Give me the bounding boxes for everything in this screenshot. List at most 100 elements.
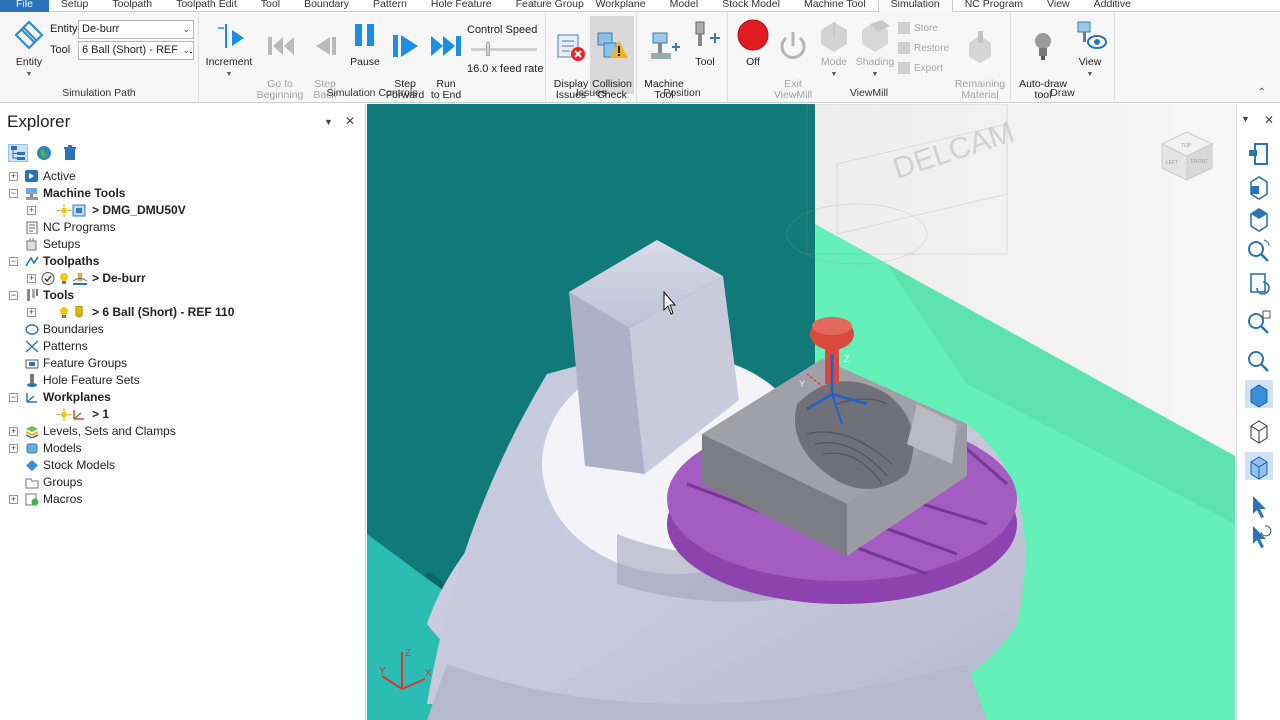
tree-item-active[interactable]: + Active — [0, 168, 360, 185]
tree-item-label: Setups — [43, 237, 81, 251]
tree-item-models[interactable]: + Models — [0, 440, 360, 457]
tab-tool[interactable]: Tool — [249, 0, 292, 12]
tab-workplane[interactable]: Workplane — [584, 0, 658, 12]
tree-item-macros[interactable]: + Macros — [0, 491, 360, 508]
tab-setup[interactable]: Setup — [49, 0, 100, 12]
select-rotate-icon[interactable] — [1245, 522, 1273, 550]
pause-button[interactable]: Pause — [345, 18, 385, 68]
increment-button[interactable]: Increment ▼ — [203, 18, 255, 80]
tab-toolpath-edit[interactable]: Toolpath Edit — [164, 0, 249, 12]
tree-item-levels-sets-clamps[interactable]: + Levels, Sets and Clamps — [0, 423, 360, 440]
tree-item-workplanes[interactable]: − Workplanes — [0, 389, 360, 406]
entity-select[interactable]: De-burr ⌄ — [78, 20, 194, 39]
restore-icon — [898, 42, 910, 55]
collapse-icon[interactable]: − — [9, 291, 18, 300]
group-position: Machine Tool Tool Position — [637, 12, 728, 103]
tree-item-de-burr[interactable]: + > De-burr — [0, 270, 360, 287]
trash-icon[interactable] — [60, 144, 80, 162]
store-button[interactable]: Store — [898, 21, 938, 37]
mode-button[interactable]: Mode ▼ — [814, 18, 854, 80]
tab-toolpath[interactable]: Toolpath — [100, 0, 164, 12]
collision-check-button[interactable]: Collision Check — [590, 16, 634, 101]
tree-item-dmg-dmu50v[interactable]: + > DMG_DMU50V — [0, 202, 360, 219]
expand-icon[interactable]: + — [9, 172, 18, 181]
tree-item-hole-feature-sets[interactable]: Hole Feature Sets — [0, 372, 360, 389]
export-button[interactable]: Export — [898, 61, 943, 77]
explorer-controls: ▼ ✕ — [324, 114, 355, 128]
tab-file[interactable]: File — [0, 0, 49, 12]
tree-item-label: NC Programs — [43, 220, 116, 234]
entity-label: Entity — [50, 23, 78, 35]
tab-hole-feature[interactable]: Hole Feature — [419, 0, 504, 12]
tree-item-stock-models[interactable]: Stock Models — [0, 457, 360, 474]
entity-button[interactable]: Entity ▼ — [8, 18, 50, 80]
display-issues-icon — [554, 29, 588, 65]
globe-icon[interactable] — [34, 144, 54, 162]
select-cursor-icon[interactable] — [1245, 492, 1273, 520]
expand-icon[interactable]: + — [9, 427, 18, 436]
zoom-refresh-icon[interactable] — [1245, 236, 1273, 264]
tab-feature-group[interactable]: Feature Group — [504, 0, 584, 12]
toolbar-dropdown-icon[interactable]: ▼ — [1241, 114, 1250, 124]
tab-view[interactable]: View — [1035, 0, 1082, 12]
tree-item-toolpaths[interactable]: − Toolpaths — [0, 253, 360, 270]
close-icon[interactable]: ✕ — [345, 114, 355, 128]
toolbar-close-icon[interactable]: ✕ — [1264, 113, 1274, 127]
iso-view-icon[interactable] — [1245, 140, 1273, 168]
wireframe-view-icon[interactable] — [1245, 416, 1273, 444]
collapse-ribbon-icon[interactable]: ⌃ — [1258, 87, 1266, 98]
expand-icon[interactable]: + — [9, 495, 18, 504]
tree-item-boundaries[interactable]: Boundaries — [0, 321, 360, 338]
tab-simulation[interactable]: Simulation — [877, 0, 953, 12]
tab-pattern[interactable]: Pattern — [361, 0, 419, 12]
tab-model[interactable]: Model — [658, 0, 711, 12]
tree-item-patterns[interactable]: Patterns — [0, 338, 360, 355]
tree-view-icon[interactable] — [8, 144, 28, 162]
graphics-viewport[interactable]: DELCAM Z Y Z Y X TOP LEFT FRONT — [367, 104, 1235, 720]
tab-stock-model[interactable]: Stock Model — [710, 0, 792, 12]
zoom-box-icon[interactable] — [1245, 308, 1273, 336]
tool-select[interactable]: 6 Ball (Short) - REF 110 ⌄ — [78, 41, 194, 60]
dropdown-icon[interactable]: ▼ — [324, 117, 333, 127]
hole-feature-sets-icon — [25, 374, 39, 387]
shaded-wireframe-icon[interactable] — [1245, 452, 1273, 480]
ball-tool-icon — [72, 305, 86, 319]
tab-nc-program[interactable]: NC Program — [953, 0, 1035, 12]
expand-icon[interactable]: + — [27, 206, 36, 215]
zoom-in-icon[interactable] — [1245, 346, 1273, 374]
viewmill-off-button[interactable]: Off — [734, 18, 772, 68]
tab-additive[interactable]: Additive — [1082, 0, 1143, 12]
tree-item-label: Hole Feature Sets — [43, 373, 140, 387]
tree-item-nc-programs[interactable]: NC Programs — [0, 219, 360, 236]
tree-item-setups[interactable]: Setups — [0, 236, 360, 253]
groups-icon — [25, 476, 39, 489]
shaded-view-icon[interactable] — [1245, 380, 1273, 408]
speed-slider-thumb[interactable] — [486, 42, 490, 56]
draw-view-button[interactable]: View ▼ — [1071, 18, 1109, 80]
macros-icon — [25, 493, 39, 506]
restore-button[interactable]: Restore — [898, 41, 949, 57]
collapse-icon[interactable]: − — [9, 189, 18, 198]
expand-icon[interactable]: + — [27, 308, 36, 317]
tab-machine-tool[interactable]: Machine Tool — [792, 0, 878, 12]
tree-item-machine-tools[interactable]: − Machine Tools — [0, 185, 360, 202]
collapse-icon[interactable]: − — [9, 257, 18, 266]
view-top-icon[interactable] — [1245, 204, 1273, 232]
expand-icon[interactable]: + — [27, 274, 36, 283]
collapse-icon[interactable]: − — [9, 393, 18, 402]
tree-item-feature-groups[interactable]: Feature Groups — [0, 355, 360, 372]
tool-position-button[interactable]: Tool — [687, 18, 723, 68]
chevron-down-icon: ⌄ — [182, 42, 190, 59]
view-front-icon[interactable] — [1245, 172, 1273, 200]
shading-button[interactable]: Shading ▼ — [854, 18, 896, 80]
tree-item-tools[interactable]: − Tools — [0, 287, 360, 304]
expand-icon[interactable]: + — [9, 444, 18, 453]
tree-item-6-ball-short[interactable]: + > 6 Ball (Short) - REF 110 — [0, 304, 360, 321]
tab-boundary[interactable]: Boundary — [292, 0, 361, 12]
tree-item-groups[interactable]: Groups — [0, 474, 360, 491]
tree-item-workplane-1[interactable]: > 1 — [0, 406, 360, 423]
svg-text:Z: Z — [844, 354, 850, 364]
speed-slider[interactable] — [471, 42, 537, 56]
group-label: Simulation Controls — [326, 87, 418, 99]
refresh-page-icon[interactable] — [1245, 270, 1273, 298]
